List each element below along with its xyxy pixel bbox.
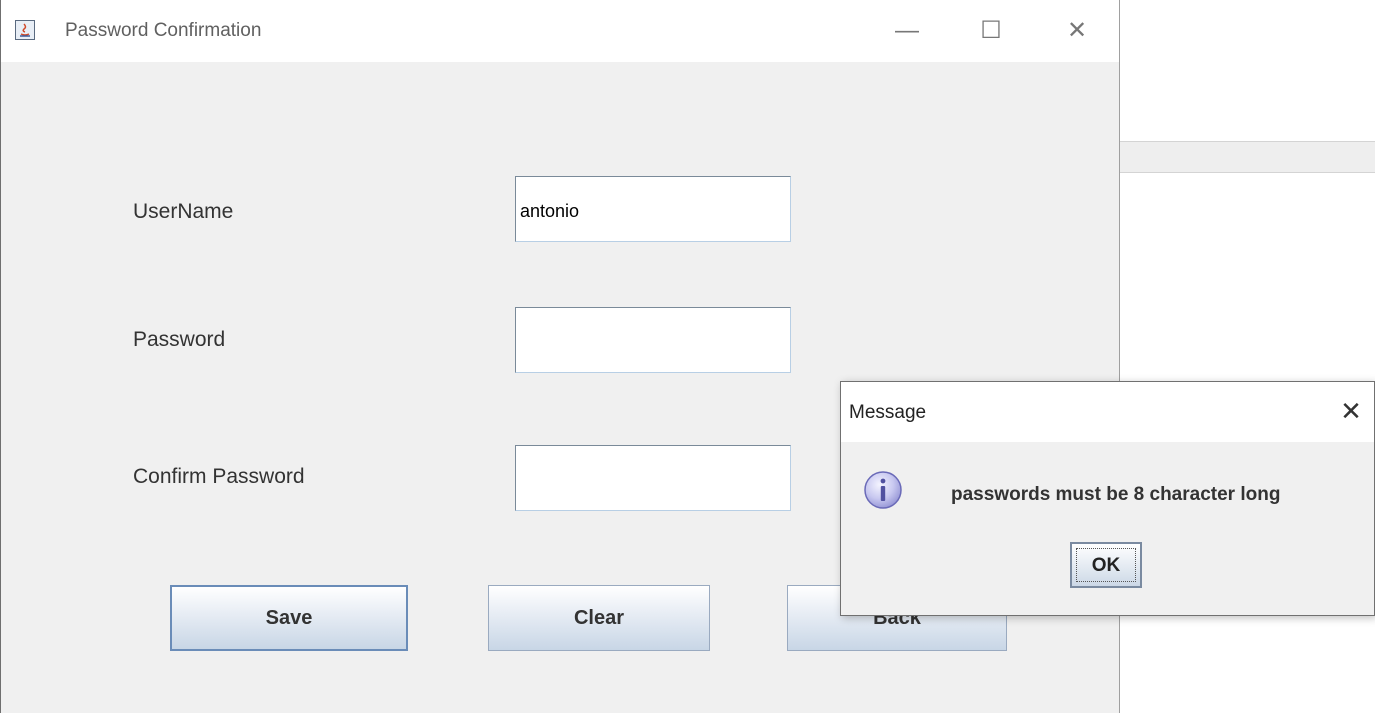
- username-field[interactable]: antonio: [515, 176, 791, 242]
- confirm-password-label: Confirm Password: [133, 465, 305, 488]
- password-label: Password: [133, 328, 226, 351]
- message-dialog: Message ✕ passwords must be 8 character …: [840, 381, 1375, 616]
- minimize-button[interactable]: —: [885, 14, 929, 48]
- ok-button[interactable]: OK: [1070, 542, 1142, 588]
- ok-button-label: OK: [1076, 548, 1136, 582]
- password-field[interactable]: [515, 307, 791, 373]
- info-icon: [863, 470, 903, 510]
- maximize-button[interactable]: ☐: [969, 14, 1013, 48]
- confirm-password-field[interactable]: [515, 445, 791, 511]
- java-icon: [15, 20, 35, 40]
- save-button[interactable]: Save: [170, 585, 408, 651]
- close-button[interactable]: ✕: [1055, 14, 1099, 48]
- dialog-message: passwords must be 8 character long: [951, 484, 1281, 505]
- dialog-titlebar[interactable]: Message ✕: [841, 382, 1374, 442]
- clear-button[interactable]: Clear: [488, 585, 710, 651]
- window-title: Password Confirmation: [65, 20, 262, 41]
- background-window-strip: [1120, 141, 1375, 173]
- dialog-title: Message: [849, 402, 927, 423]
- username-label: UserName: [133, 200, 234, 223]
- window-titlebar[interactable]: Password Confirmation — ☐ ✕: [1, 0, 1119, 62]
- dialog-close-button[interactable]: ✕: [1333, 394, 1369, 428]
